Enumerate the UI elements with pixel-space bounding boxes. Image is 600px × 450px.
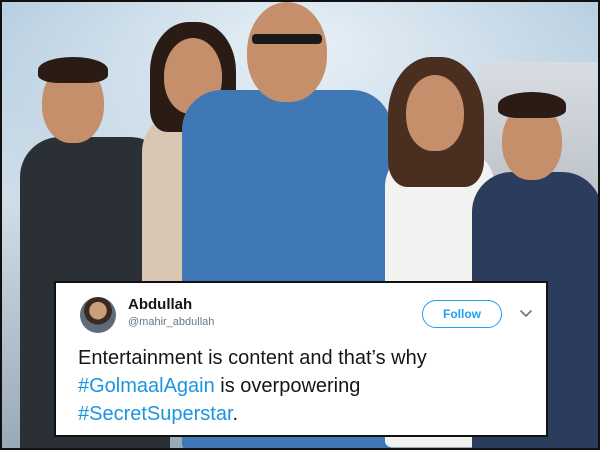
tweet-card: Abdullah @mahir_abdullah Follow Entertai… [54, 281, 548, 437]
follow-button[interactable]: Follow [422, 300, 502, 328]
author-handle[interactable]: @mahir_abdullah [128, 316, 214, 328]
tweet-text-part: is overpowering [214, 375, 361, 397]
hashtag-link[interactable]: #SecretSuperstar [78, 403, 233, 425]
avatar[interactable] [80, 297, 116, 333]
tweet-text-part: Entertainment is content and that’s why [78, 347, 427, 369]
author-name[interactable]: Abdullah [128, 296, 192, 313]
tweet-text: Entertainment is content and that’s why … [78, 344, 538, 428]
tweet-text-part: . [232, 403, 239, 425]
hashtag-link[interactable]: #GolmaalAgain [78, 375, 215, 397]
chevron-down-icon[interactable] [518, 305, 534, 321]
